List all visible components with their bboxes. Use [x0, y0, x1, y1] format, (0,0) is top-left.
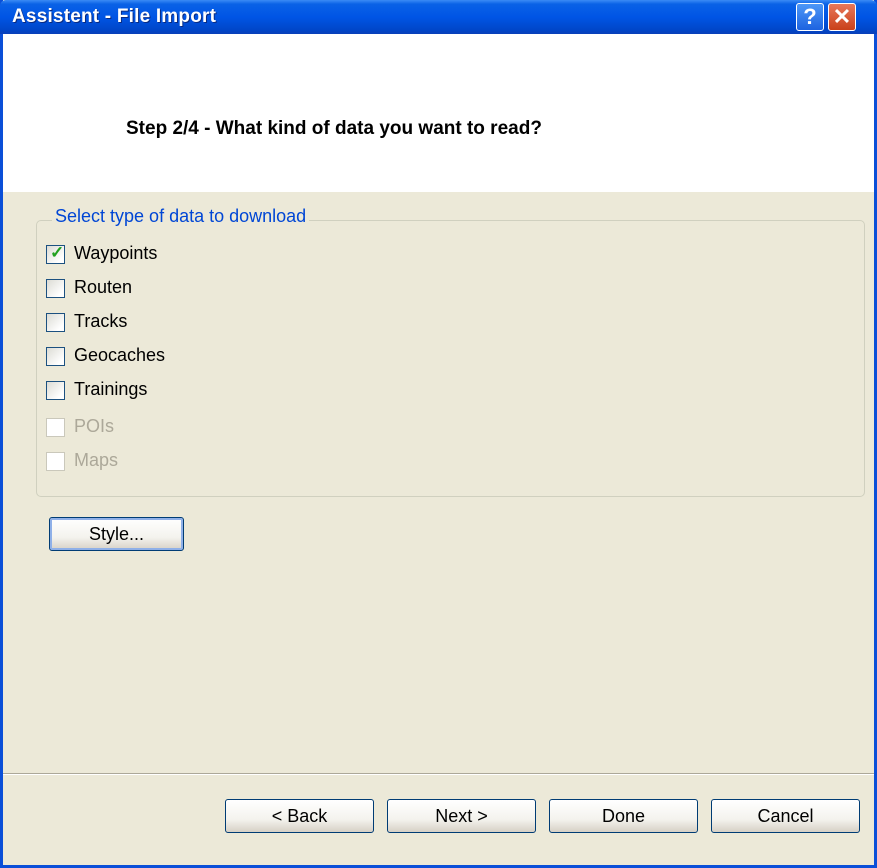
checkbox-box[interactable] [46, 279, 65, 298]
checkbox-label: Geocaches [74, 345, 166, 365]
step-title: Step 2/4 - What kind of data you want to… [126, 118, 542, 139]
checkbox-box [46, 452, 65, 471]
checkbox-box[interactable]: ✓ [46, 243, 65, 264]
style-button[interactable]: Style... [49, 517, 184, 551]
done-button[interactable]: Done [549, 799, 698, 833]
checkbox-label: Trainings [74, 379, 148, 399]
checkbox-label: Routen [74, 277, 133, 297]
checkmark-icon: ✓ [50, 243, 65, 262]
checkbox-label: Maps [74, 450, 119, 470]
title-bar[interactable]: Assistent - File Import ? ✕ [0, 0, 877, 34]
window-title: Assistent - File Import [12, 6, 217, 27]
next-button[interactable]: Next > [387, 799, 536, 833]
checkbox-label: POIs [74, 416, 115, 436]
close-icon[interactable]: ✕ [828, 3, 856, 31]
checkbox-label: Waypoints [74, 243, 158, 263]
wizard-window: Assistent - File Import ? ✕ Step 2/4 - W… [0, 0, 877, 868]
back-button[interactable]: < Back [225, 799, 374, 833]
checkbox-label: Tracks [74, 311, 128, 331]
cancel-button[interactable]: Cancel [711, 799, 860, 833]
group-legend: Select type of data to download [52, 206, 310, 227]
help-icon[interactable]: ? [796, 3, 824, 31]
checkbox-box[interactable] [46, 381, 65, 400]
footer-divider-highlight [3, 774, 874, 775]
checkbox-box[interactable] [46, 313, 65, 332]
checkbox-box[interactable] [46, 347, 65, 366]
wizard-header: Step 2/4 - What kind of data you want to… [3, 34, 874, 192]
checkbox-box [46, 418, 65, 437]
